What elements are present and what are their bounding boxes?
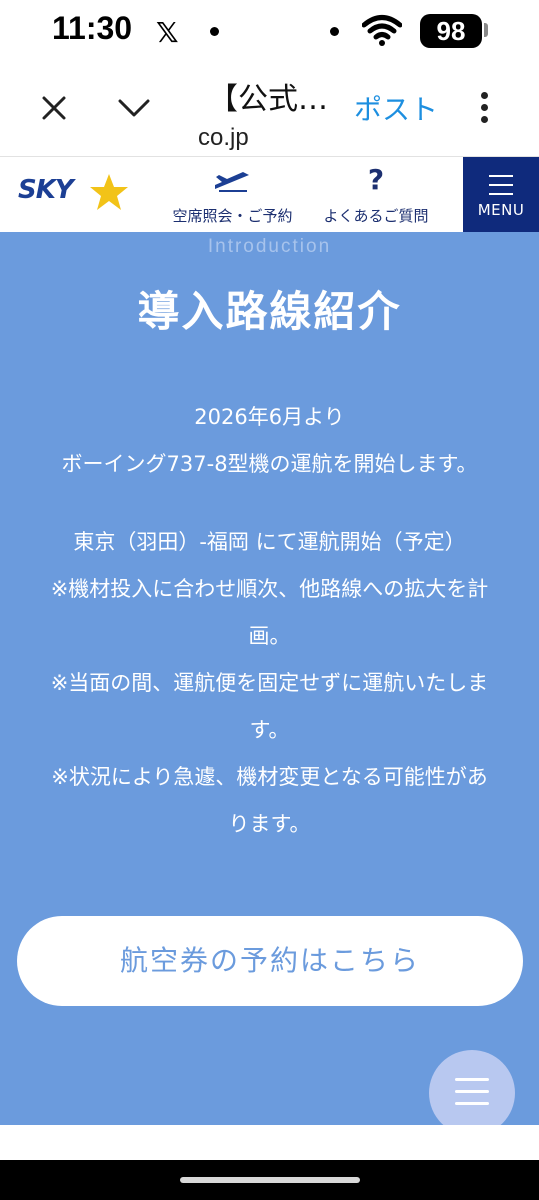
- question-icon: ?: [367, 163, 385, 196]
- section-eyebrow: Introduction: [207, 236, 332, 257]
- floating-menu-button[interactable]: [429, 1050, 515, 1136]
- book-ticket-button[interactable]: 航空券の予約はこちら: [17, 916, 523, 1006]
- star-icon: [90, 174, 128, 210]
- x-logo-icon: 𝕏: [156, 16, 179, 49]
- page-title: 【公式…: [208, 82, 328, 117]
- status-time: 11:30: [52, 10, 133, 46]
- section-title: 導入路線紹介: [137, 287, 402, 336]
- status-bar: 11:30 𝕏 98: [0, 0, 539, 62]
- post-button[interactable]: ポスト: [354, 88, 438, 128]
- notification-dot-icon: [210, 27, 219, 36]
- url-text: co.jp: [198, 124, 249, 151]
- nav-flight-search[interactable]: 空席照会・ご予約: [165, 163, 300, 227]
- logo-text: SKY: [18, 175, 74, 205]
- body-line: ※機材投入に合わせ順次、他路線への拡大を計: [50, 577, 489, 601]
- chevron-down-icon[interactable]: [114, 88, 154, 128]
- hamburger-icon: [455, 1078, 489, 1114]
- footer-area: [0, 1125, 539, 1160]
- menu-label: MENU: [477, 201, 525, 219]
- hamburger-icon: [489, 175, 513, 202]
- notification-dot-icon: [330, 27, 339, 36]
- system-nav-bar: [0, 1160, 539, 1200]
- battery-nub: [484, 23, 488, 37]
- nav-flight-label: 空席照会・ご予約: [172, 207, 293, 225]
- intro-section: Introduction 導入路線紹介 2026年6月より ボーイング737-8…: [0, 232, 539, 1136]
- nav-faq-label: よくあるご質問: [323, 207, 429, 225]
- airplane-icon: [215, 172, 249, 192]
- menu-button[interactable]: MENU: [463, 157, 539, 233]
- page: 11:30 𝕏 98 【公式… co.jp ポスト SKY 空席照会・ご予約 ?…: [0, 0, 539, 1200]
- close-icon[interactable]: [34, 88, 74, 128]
- nav-faq[interactable]: ? よくあるご質問: [318, 163, 434, 227]
- skymark-logo[interactable]: SKY: [18, 174, 138, 211]
- body-line: す。: [249, 718, 290, 742]
- more-options-icon[interactable]: [474, 92, 494, 126]
- body-line: ボーイング737-8型機の運航を開始します。: [61, 452, 478, 476]
- body-line: ※当面の間、運航便を固定せずに運航いたしま: [50, 671, 489, 695]
- battery-indicator: 98: [420, 14, 482, 48]
- body-line: 画。: [248, 624, 291, 648]
- browser-toolbar: 【公式… co.jp ポスト: [0, 62, 539, 156]
- body-line: ※状況により急遽、機材変更となる可能性があ: [51, 765, 488, 789]
- body-line: 東京（羽田）-福岡 にて運航開始（予定）: [73, 530, 466, 554]
- home-indicator[interactable]: [180, 1177, 360, 1183]
- site-header: SKY 空席照会・ご予約 ? よくあるご質問 MENU: [0, 156, 539, 233]
- body-line: ります。: [228, 812, 311, 836]
- body-line: 2026年6月より: [194, 405, 345, 429]
- wifi-icon: [362, 15, 402, 46]
